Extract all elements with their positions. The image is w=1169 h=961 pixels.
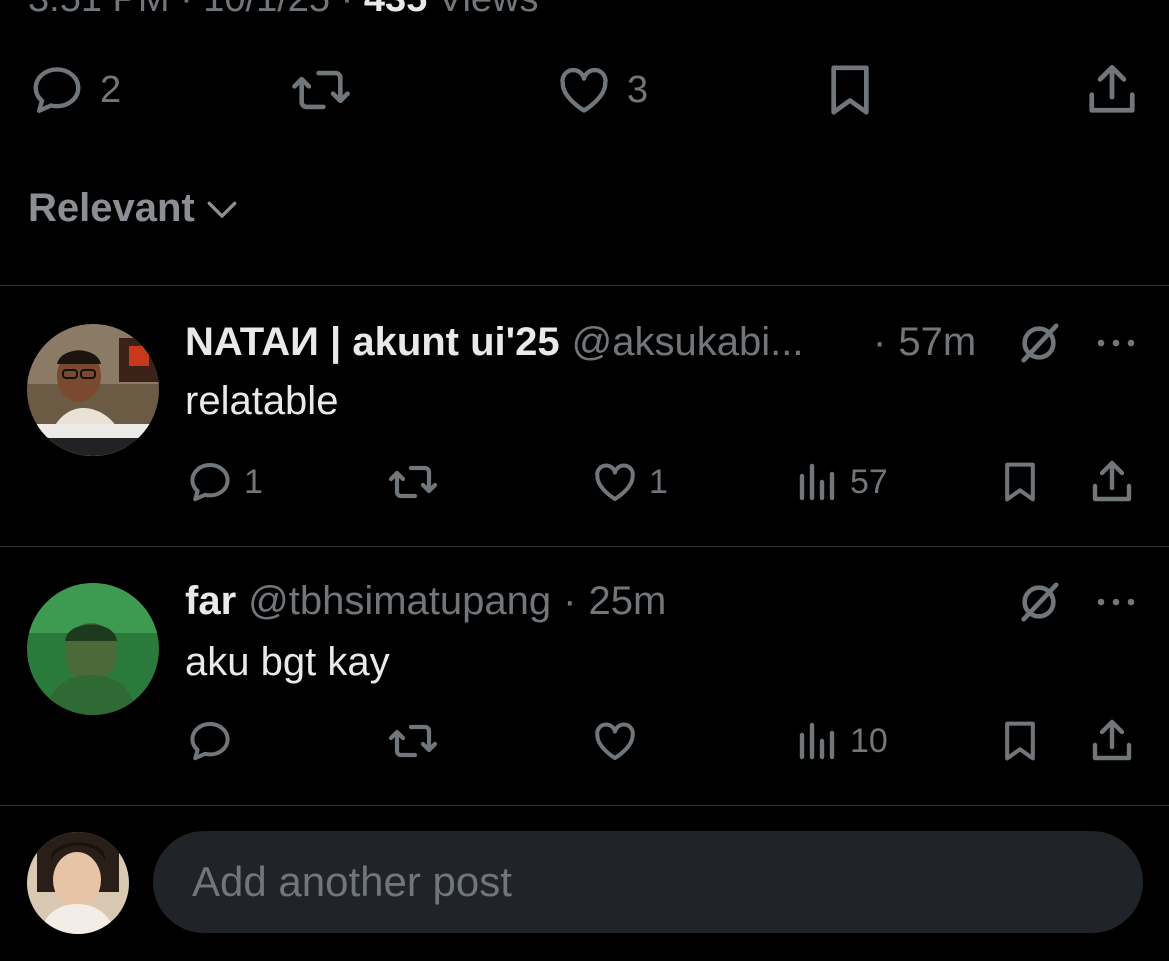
user-handle[interactable]: @aksukabi... (572, 320, 804, 365)
views-button[interactable]: 57 (796, 458, 888, 506)
more-options-icon[interactable] (1093, 587, 1139, 617)
reply-item[interactable]: far @tbhsimatupang · 25m aku bgt kay 10 (0, 547, 1169, 805)
repost-icon (386, 717, 440, 765)
like-count: 1 (649, 462, 668, 501)
like-icon (591, 458, 639, 506)
reply-button[interactable] (186, 717, 244, 765)
post-views-count: 435 (364, 0, 427, 20)
reply-count: 2 (100, 68, 122, 111)
timestamp[interactable]: 57m (898, 320, 976, 365)
reply-button[interactable]: 2 (28, 61, 121, 119)
user-handle[interactable]: @tbhsimatupang (248, 579, 551, 624)
display-name[interactable]: far (185, 579, 236, 624)
analytics-icon (796, 458, 840, 506)
like-count: 3 (627, 68, 649, 111)
timestamp-separator: · (563, 579, 577, 623)
bookmark-icon (998, 715, 1042, 767)
bookmark-button[interactable] (998, 715, 1042, 767)
repost-button[interactable] (288, 61, 354, 119)
post-action-bar: 2 3 (0, 55, 1169, 125)
reply-icon (186, 717, 234, 765)
like-button[interactable] (591, 717, 649, 765)
sort-label: Relevant (28, 186, 195, 230)
timestamp-separator: · (873, 320, 887, 364)
like-icon (555, 61, 613, 119)
bookmark-icon (998, 456, 1042, 508)
reply-composer[interactable] (153, 831, 1143, 933)
share-icon (1088, 456, 1136, 508)
share-button[interactable] (1088, 715, 1136, 767)
share-button[interactable] (1088, 456, 1136, 508)
views-count: 10 (850, 721, 888, 760)
post-views-label: Views (427, 0, 539, 20)
reply-text: aku bgt kay (185, 640, 390, 684)
more-options-icon[interactable] (1093, 328, 1139, 358)
like-button[interactable]: 3 (555, 61, 648, 119)
like-button[interactable]: 1 (591, 458, 668, 506)
bookmark-button[interactable] (998, 456, 1042, 508)
chevron-down-icon (205, 192, 239, 226)
reply-sort-dropdown[interactable]: Relevant (28, 186, 239, 231)
grok-icon[interactable] (1016, 579, 1062, 625)
reply-header: far @tbhsimatupang · 25m (185, 579, 666, 624)
timestamp[interactable]: 25m (588, 579, 666, 624)
reply-text: relatable (185, 379, 339, 423)
share-icon (1083, 59, 1141, 121)
bookmark-icon (822, 59, 878, 121)
grok-icon[interactable] (1016, 320, 1062, 366)
reply-timestamp: · 57m (873, 320, 976, 365)
display-name[interactable]: NATAИ | akunt ui'25 (185, 320, 560, 365)
repost-button[interactable] (386, 717, 450, 765)
reply-header: NATAИ | akunt ui'25 @aksukabi... (185, 320, 804, 365)
post-meta-line: 3:51 PM · 10/1/25 · 435 Views (28, 0, 539, 21)
like-icon (591, 717, 639, 765)
share-icon (1088, 715, 1136, 767)
views-button[interactable]: 10 (796, 717, 888, 765)
reply-icon (28, 61, 86, 119)
repost-icon (386, 458, 440, 506)
reply-icon (186, 458, 234, 506)
user-avatar[interactable] (27, 832, 129, 934)
share-button[interactable] (1083, 59, 1141, 121)
bookmark-button[interactable] (822, 59, 878, 121)
reply-button[interactable]: 1 (186, 458, 263, 506)
analytics-icon (796, 717, 840, 765)
divider (0, 805, 1169, 806)
avatar[interactable] (27, 324, 159, 456)
reply-item[interactable]: NATAИ | akunt ui'25 @aksukabi... · 57m r… (0, 286, 1169, 546)
views-count: 57 (850, 462, 888, 501)
reply-count: 1 (244, 462, 263, 501)
repost-button[interactable] (386, 458, 450, 506)
add-post-input[interactable] (190, 857, 1094, 907)
repost-icon (288, 61, 354, 119)
avatar[interactable] (27, 583, 159, 715)
post-timestamp: 3:51 PM · 10/1/25 · (28, 0, 364, 20)
